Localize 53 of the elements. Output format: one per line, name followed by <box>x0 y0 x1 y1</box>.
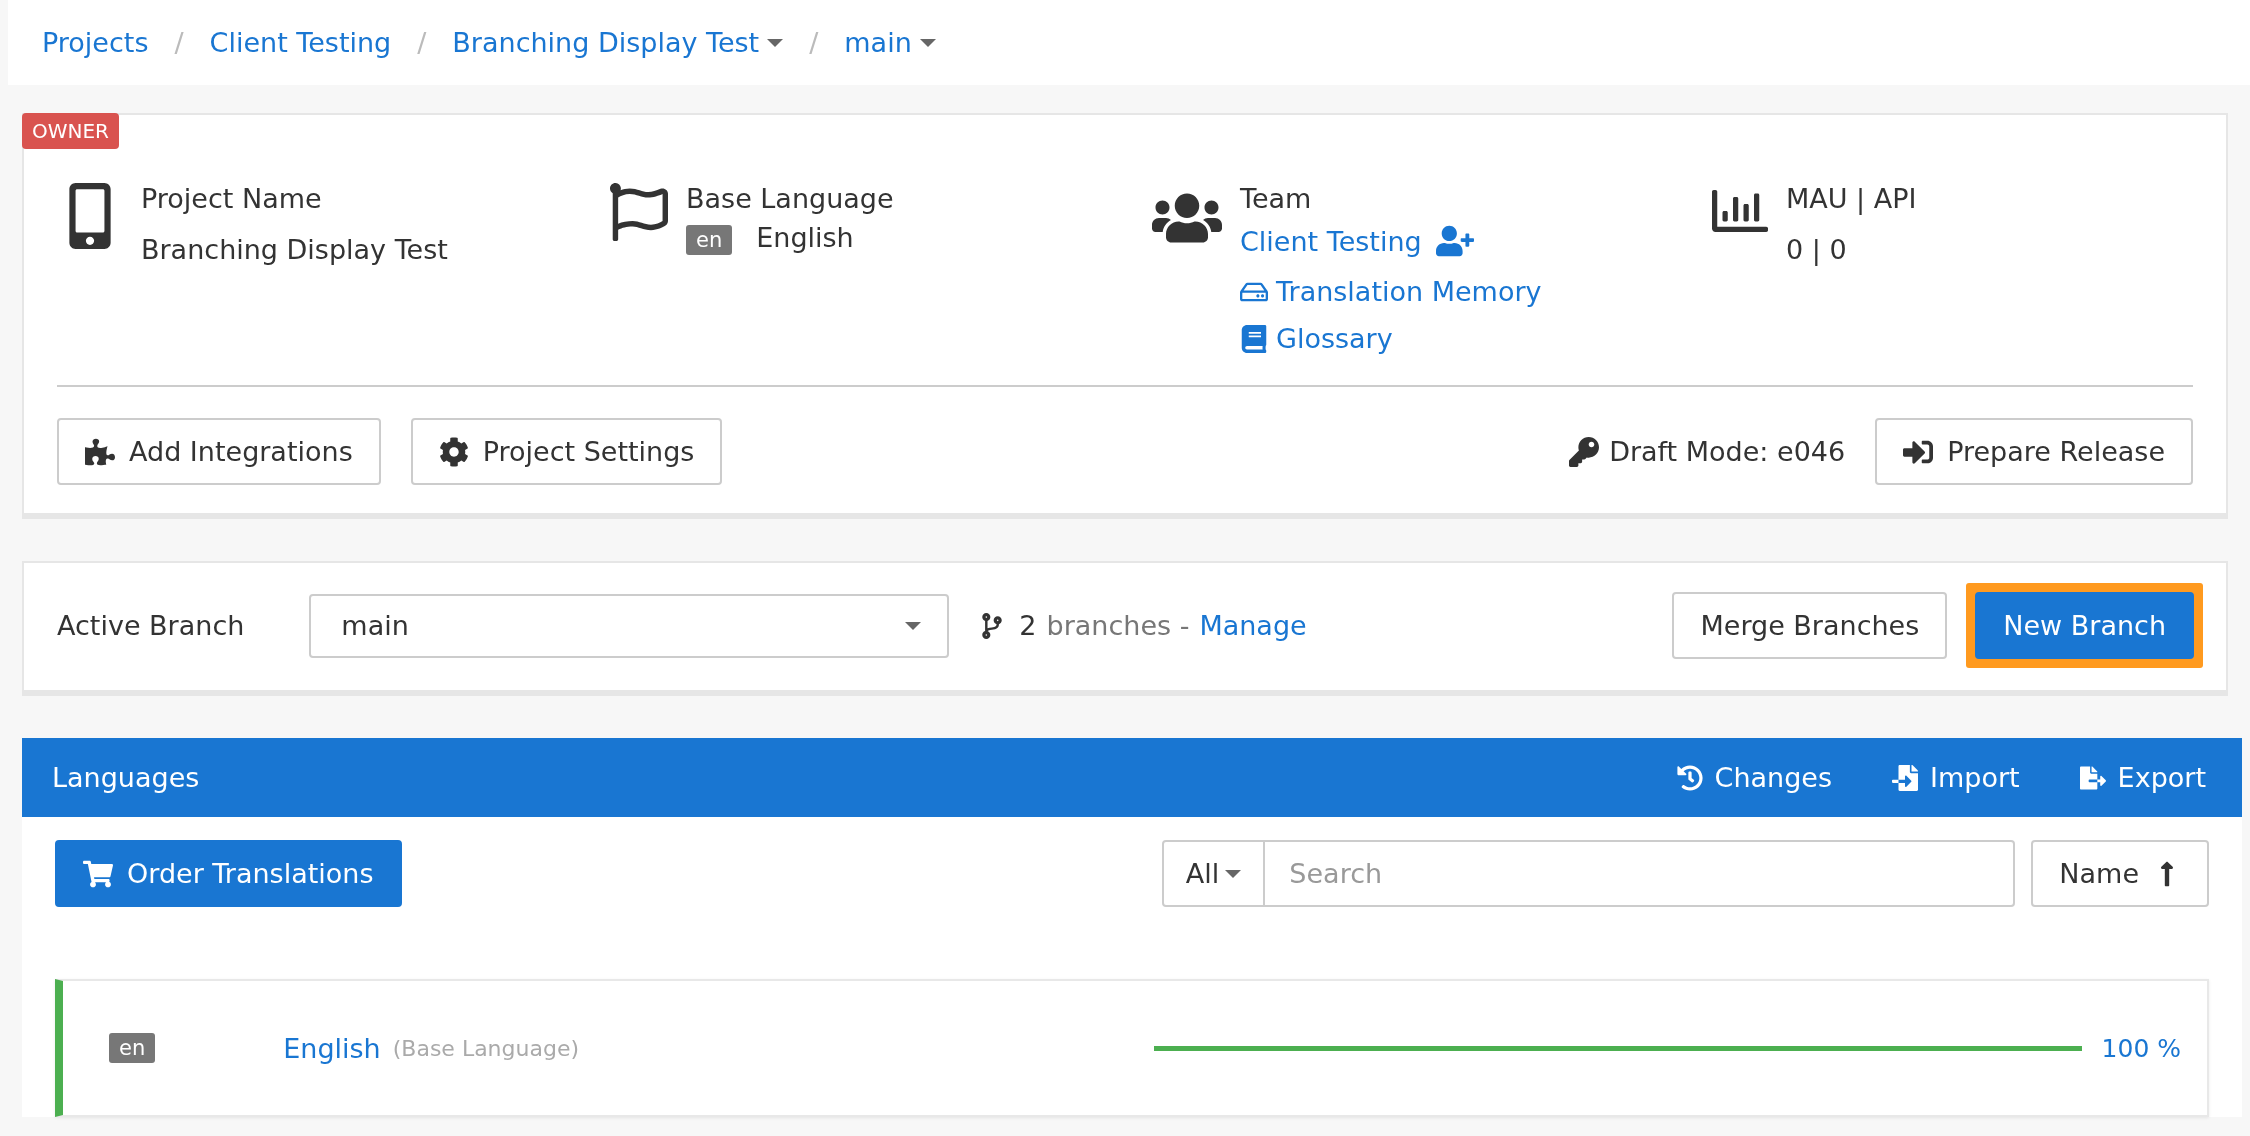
order-translations-button[interactable]: Order Translations <box>55 840 402 907</box>
owner-badge: OWNER <box>22 113 119 149</box>
breadcrumb-link[interactable]: Branching Display Test <box>452 27 784 58</box>
project-name: Branching Display Test <box>141 234 448 265</box>
active-branch-label: Active Branch <box>57 610 245 641</box>
branch-button[interactable]: New Branch <box>1975 592 2194 659</box>
draft-mode-text: Draft Mode: e046 <box>1609 436 1846 467</box>
branch-count-text: branches - <box>1046 610 1190 641</box>
breadcrumb-link[interactable]: Client Testing <box>209 27 392 58</box>
breadcrumb-link[interactable]: main <box>844 27 936 58</box>
progress-reading: 100 % <box>2101 1033 2181 1063</box>
info-label: Team <box>1240 183 1313 214</box>
book-icon <box>1240 324 1268 353</box>
resource-link[interactable]: Glossary <box>1240 323 1542 354</box>
prepare-release-button[interactable]: Prepare Release <box>1875 418 2193 485</box>
filter-dropdown[interactable]: All <box>1161 840 1266 907</box>
info-label: MAU | API <box>1786 183 1917 214</box>
branch-count: 2 <box>1019 610 1037 641</box>
breadcrumb-separator: / <box>809 27 819 58</box>
branch-select[interactable]: main <box>309 593 950 658</box>
cart-icon <box>83 858 113 889</box>
header-action-link[interactable]: Export <box>2079 762 2206 793</box>
language-note: (Base Language) <box>392 1035 580 1061</box>
manage-link[interactable]: Manage <box>1199 610 1307 641</box>
history-icon <box>1676 764 1703 791</box>
caret-icon <box>1225 869 1242 878</box>
language-code: en <box>686 225 733 255</box>
export-icon <box>2079 764 2106 791</box>
caret-icon <box>905 621 922 630</box>
usage-value: 0 | 0 <box>1786 234 1848 265</box>
breadcrumb-separator: / <box>417 27 427 58</box>
languages-title: Languages <box>52 762 200 793</box>
puzzle-icon <box>85 436 115 467</box>
header-action-link[interactable]: Changes <box>1676 762 1832 793</box>
action-button[interactable]: Project Settings <box>410 418 723 485</box>
language-name: English <box>756 222 854 253</box>
import-icon <box>1892 764 1918 791</box>
action-button[interactable]: Add Integrations <box>57 418 381 485</box>
settings-icon <box>438 436 469 467</box>
language-link[interactable]: English <box>283 1032 381 1064</box>
key-icon <box>1569 436 1600 467</box>
info-label: Base Language <box>686 183 894 214</box>
branch-button[interactable]: Merge Branches <box>1672 592 1948 659</box>
flag-icon <box>610 183 668 241</box>
search-field[interactable]: Search <box>1265 840 2016 907</box>
language-code: en <box>109 1033 156 1063</box>
header-action-link[interactable]: Import <box>1892 762 2020 793</box>
sort-button[interactable]: Name <box>2031 840 2209 907</box>
breadcrumb-link[interactable]: Projects <box>42 27 149 58</box>
breadcrumb-separator: / <box>174 27 184 58</box>
resource-link[interactable]: Translation Memory <box>1240 276 1542 307</box>
info-label: Project Name <box>141 183 323 214</box>
team-link[interactable]: Client Testing <box>1240 225 1422 257</box>
